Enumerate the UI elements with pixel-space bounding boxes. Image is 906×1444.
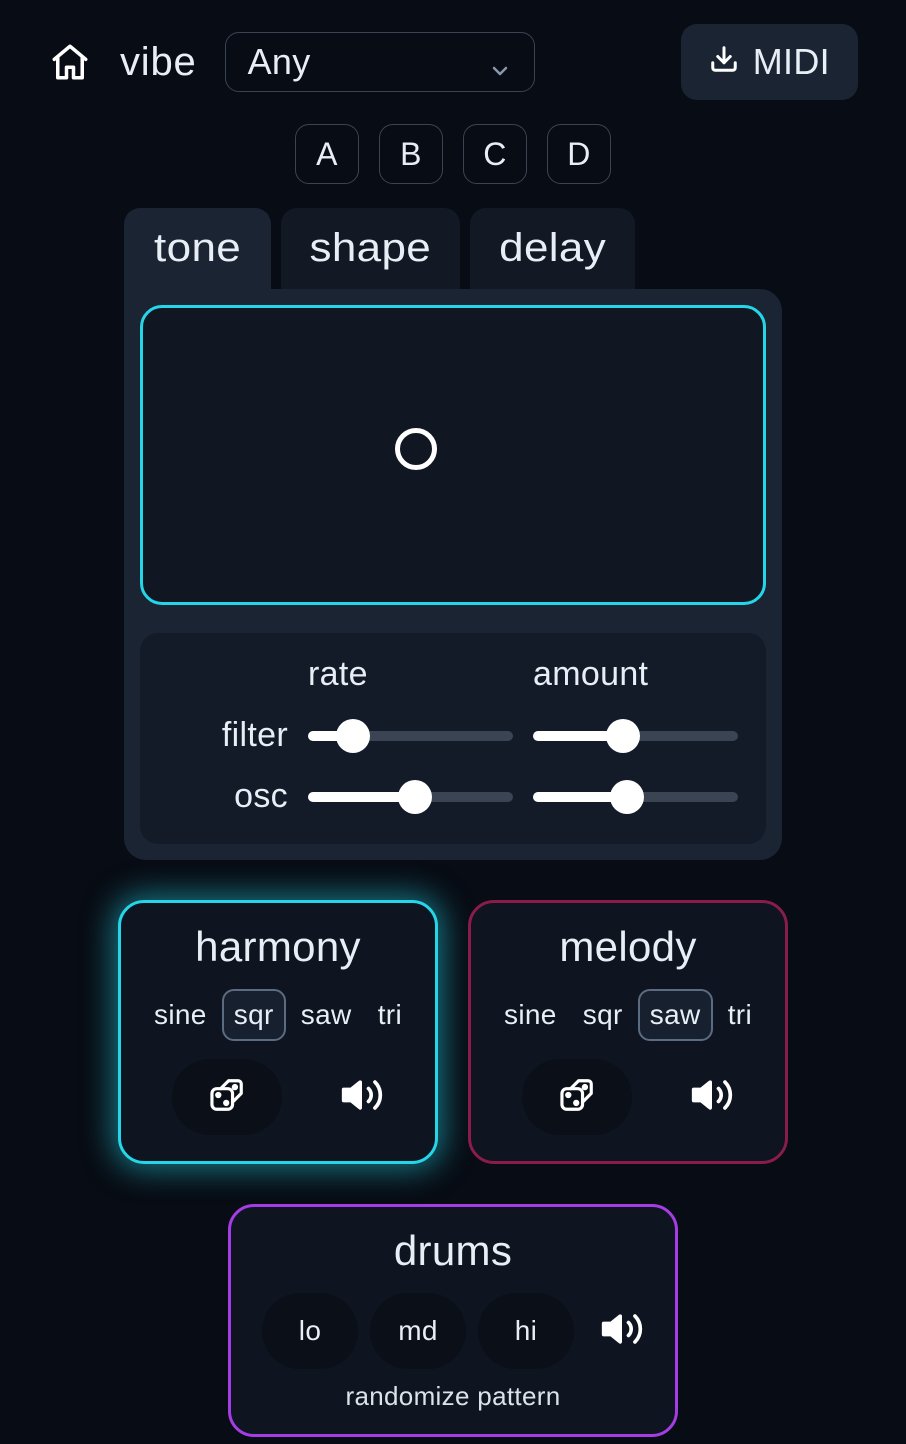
harmony-wave-saw[interactable]: saw [290, 990, 363, 1040]
melody-card: melody sine sqr saw tri [468, 900, 788, 1164]
drums-lo-button[interactable]: lo [262, 1293, 358, 1369]
amount-header: amount [533, 655, 738, 694]
harmony-wave-sine[interactable]: sine [143, 990, 218, 1040]
preset-b-button[interactable]: B [379, 124, 443, 184]
preset-c-button[interactable]: C [463, 124, 527, 184]
tab-tone[interactable]: tone [124, 208, 271, 289]
melody-wave-sine[interactable]: sine [493, 990, 568, 1040]
harmony-wave-sqr[interactable]: sqr [222, 989, 286, 1041]
vibe-select-value: Any [248, 41, 311, 83]
speaker-icon [600, 1307, 644, 1356]
drums-mute-button[interactable] [600, 1307, 644, 1356]
download-icon [709, 41, 739, 83]
chevron-down-icon [488, 50, 512, 74]
xy-pad-handle[interactable] [395, 428, 437, 470]
melody-wave-row: sine sqr saw tri [493, 989, 763, 1041]
drums-md-button[interactable]: md [370, 1293, 466, 1369]
export-midi-label: MIDI [753, 41, 830, 83]
filter-amount-slider[interactable] [533, 722, 738, 750]
melody-wave-saw[interactable]: saw [638, 989, 713, 1041]
harmony-title: harmony [143, 923, 413, 971]
speaker-icon [690, 1073, 734, 1122]
melody-randomize-button[interactable] [522, 1059, 632, 1135]
drums-title: drums [253, 1227, 653, 1275]
sound-tabs: tone shape delay [124, 208, 906, 289]
tab-shape[interactable]: shape [281, 208, 460, 289]
drums-hi-button[interactable]: hi [478, 1293, 574, 1369]
preset-row: A B C D [0, 124, 906, 184]
speaker-icon [340, 1073, 384, 1122]
osc-rate-slider[interactable] [308, 783, 513, 811]
osc-amount-slider[interactable] [533, 783, 738, 811]
harmony-wave-row: sine sqr saw tri [143, 989, 413, 1041]
xy-pad[interactable] [140, 305, 766, 605]
filter-row-label: filter [168, 716, 288, 755]
dice-icon [558, 1076, 596, 1119]
tone-panel: rate amount filter osc [124, 289, 782, 860]
filter-rate-slider[interactable] [308, 722, 513, 750]
melody-title: melody [493, 923, 763, 971]
preset-d-button[interactable]: D [547, 124, 611, 184]
harmony-mute-button[interactable] [340, 1073, 384, 1122]
rate-header: rate [308, 655, 513, 694]
vibe-label: vibe [120, 40, 197, 85]
harmony-randomize-button[interactable] [172, 1059, 282, 1135]
melody-wave-tri[interactable]: tri [717, 990, 763, 1040]
dice-icon [208, 1076, 246, 1119]
harmony-wave-tri[interactable]: tri [367, 990, 413, 1040]
modulation-panel: rate amount filter osc [140, 633, 766, 844]
drums-card: drums lo md hi randomize pattern [228, 1204, 678, 1437]
voices-row: harmony sine sqr saw tri melody sine sqr [0, 900, 906, 1164]
osc-row-label: osc [168, 777, 288, 816]
preset-a-button[interactable]: A [295, 124, 359, 184]
melody-mute-button[interactable] [690, 1073, 734, 1122]
harmony-card: harmony sine sqr saw tri [118, 900, 438, 1164]
home-icon[interactable] [48, 40, 92, 84]
vibe-select[interactable]: Any [225, 32, 535, 92]
drums-randomize-label: randomize pattern [253, 1381, 653, 1412]
tab-delay[interactable]: delay [470, 208, 635, 289]
export-midi-button[interactable]: MIDI [681, 24, 858, 100]
melody-wave-sqr[interactable]: sqr [572, 990, 634, 1040]
